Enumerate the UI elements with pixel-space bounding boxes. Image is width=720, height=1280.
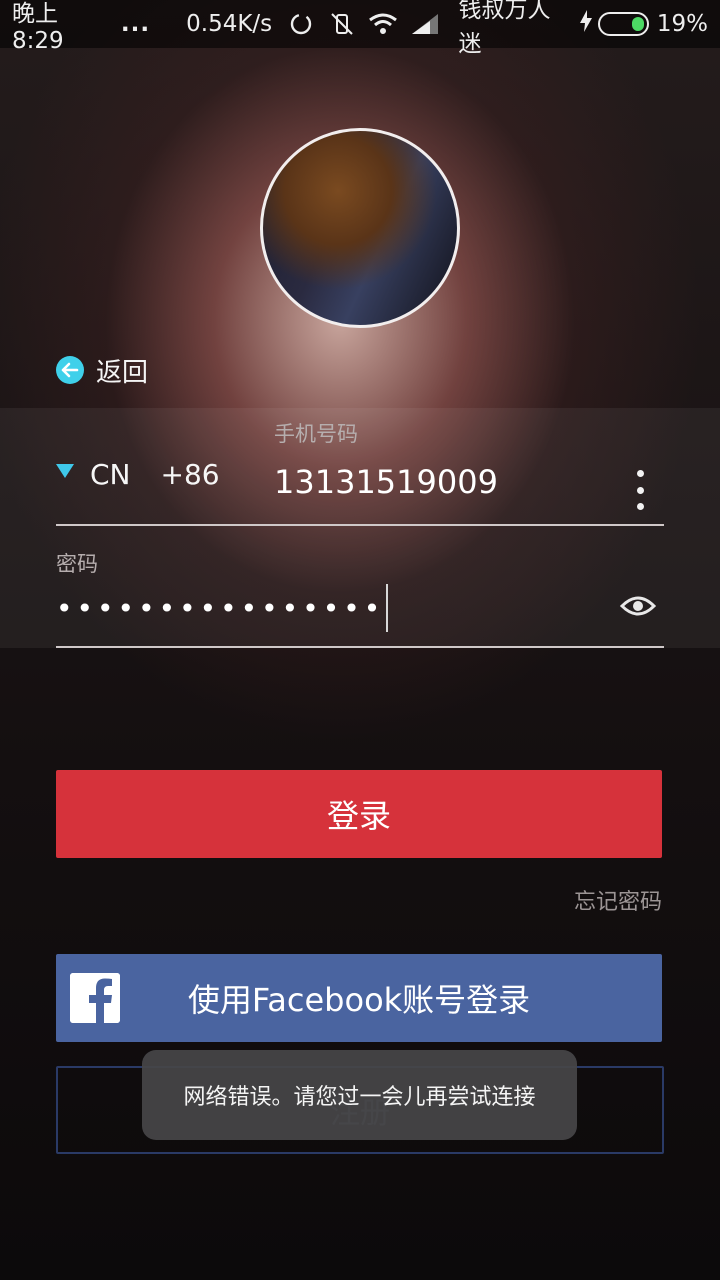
back-label: 返回 [96, 357, 149, 388]
divider [56, 646, 664, 648]
status-net-speed: 0.54K/s [186, 11, 273, 37]
phone-label: 手机号码 [274, 422, 358, 446]
facebook-login-label: 使用Facebook账号登录 [187, 981, 531, 1019]
forgot-password-link[interactable]: 忘记密码 [574, 884, 662, 916]
sync-icon [286, 9, 315, 39]
charging-icon [580, 10, 593, 38]
country-code: +86 [160, 457, 220, 491]
vibrate-muted-icon [327, 9, 356, 39]
avatar[interactable] [260, 128, 460, 328]
dropdown-triangle-icon [56, 464, 74, 478]
facebook-login-button[interactable]: 使用Facebook账号登录 [56, 954, 662, 1042]
back-button[interactable]: 返回 [56, 352, 148, 388]
country-selector[interactable]: CN +86 [56, 456, 220, 492]
status-bar: 晚上8:29 ... 0.54K/s 钱叔万人迷 19% [0, 0, 720, 57]
login-button[interactable]: 登录 [56, 770, 662, 858]
error-toast: 网络错误。请您过一会儿再尝试连接 [142, 1050, 577, 1140]
status-more-dots: ... [120, 11, 151, 37]
phone-input[interactable] [274, 460, 604, 504]
password-label: 密码 [56, 552, 98, 576]
wifi-icon [368, 9, 398, 39]
battery-icon [598, 12, 649, 36]
signal-icon [410, 9, 440, 39]
divider [56, 524, 664, 526]
password-input[interactable]: •••••••••••••••• [56, 584, 596, 632]
status-carrier: 钱叔万人迷 [458, 0, 551, 57]
country-name: CN [90, 457, 131, 491]
more-options-icon[interactable] [628, 470, 652, 510]
status-battery: 19% [656, 11, 708, 37]
text-caret [386, 584, 389, 632]
password-masked-value: •••••••••••••••• [56, 591, 385, 625]
status-time: 晚上8:29 [12, 1, 64, 54]
back-arrow-icon [56, 356, 84, 384]
show-password-eye-icon[interactable] [619, 592, 657, 620]
